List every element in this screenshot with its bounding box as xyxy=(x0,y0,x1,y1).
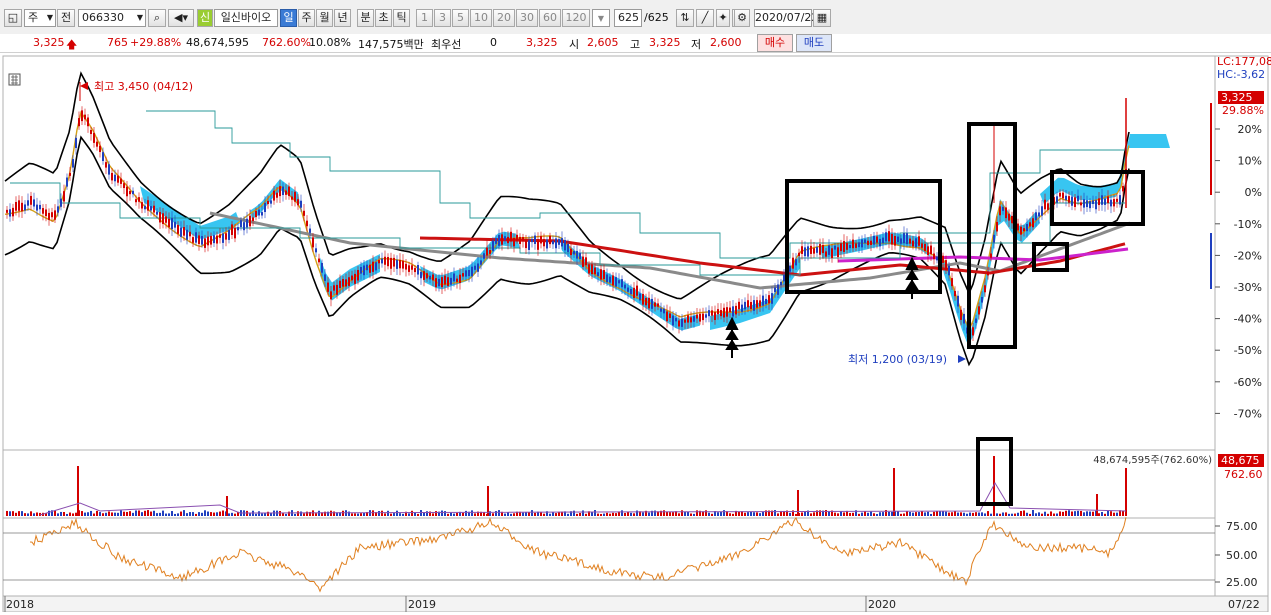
best-bid-value: 0 xyxy=(490,36,497,49)
date-input[interactable]: 2020/07/22 xyxy=(754,9,818,27)
pct-tick-label: -30% xyxy=(1234,281,1262,294)
prev-button[interactable]: 전 xyxy=(57,9,75,27)
stock-chart[interactable]: 최고 3,450 (04/12) 최저 1,200 (03/19) LC:177… xyxy=(0,53,1271,613)
lc-label: LC:177,08 xyxy=(1217,55,1271,68)
interval-20[interactable]: 20 xyxy=(493,9,515,27)
interval-120[interactable]: 120 xyxy=(562,9,590,27)
open-price: 2,605 xyxy=(587,36,619,49)
x-label-2020: 2020 xyxy=(868,598,896,611)
pct-tick-label: -50% xyxy=(1234,344,1262,357)
count-input[interactable]: 625 xyxy=(614,9,642,27)
gear-icon[interactable]: ⚙ xyxy=(734,9,750,27)
volume-ratio: 762.60% xyxy=(262,36,311,49)
chart-layout-icon[interactable]: ◱ xyxy=(4,9,22,27)
open-label: 시 xyxy=(569,38,580,51)
toolbar: ◱ 주 ▼ 전 066330 ▼ ⌕ ◀▾ 신 일신바이오 일 주 월 년 분 초 … xyxy=(0,0,1271,35)
pct-tick-label: -20% xyxy=(1234,249,1262,262)
volume: 48,674,595 xyxy=(186,36,249,49)
y-axis-panel xyxy=(1214,55,1269,597)
chart-area: 최고 3,450 (04/12) 최저 1,200 (03/19) LC:177… xyxy=(0,53,1271,613)
period-select[interactable]: 주 ▼ xyxy=(24,9,56,27)
pct-tag: 29.88% xyxy=(1222,104,1264,117)
tab-daily[interactable]: 일 xyxy=(280,9,297,27)
tab-second[interactable]: 초 xyxy=(375,9,392,27)
expand-icon[interactable]: ✦ xyxy=(716,9,730,27)
volume-pct-tag: 762.60 xyxy=(1224,468,1263,481)
pct-tick-label: 20% xyxy=(1238,123,1262,136)
x-label-2018: 2018 xyxy=(6,598,34,611)
price-change: 765 xyxy=(107,36,128,49)
pct-tick-label: 10% xyxy=(1238,155,1262,168)
tab-yearly[interactable]: 년 xyxy=(334,9,351,27)
interval-60[interactable]: 60 xyxy=(539,9,561,27)
pct-tick-label: -40% xyxy=(1234,313,1262,326)
calendar-icon[interactable]: ▦ xyxy=(813,9,831,27)
stock-name: 일신바이오 xyxy=(214,9,278,27)
x-axis-panel xyxy=(2,595,1269,613)
count-total: /625 xyxy=(644,11,669,24)
low-label: 저 xyxy=(691,38,702,51)
credit-badge: 신 xyxy=(197,9,213,27)
chevron-down-icon: ▼ xyxy=(46,13,53,22)
last-price: 3,325 xyxy=(526,36,558,49)
chevron-down-icon: ▼ xyxy=(136,13,143,22)
chevron-down-icon: ▼ xyxy=(597,14,605,23)
trade-amount: 147,575백만 xyxy=(358,38,424,51)
interval-3[interactable]: 3 xyxy=(434,9,451,27)
tab-tick[interactable]: 틱 xyxy=(393,9,410,27)
turnover-rate: 10.08% xyxy=(309,36,351,49)
low-annotation: 최저 1,200 (03/19) xyxy=(848,353,947,366)
rsi-tick-75: 75.00 xyxy=(1226,520,1258,533)
high-annotation: 최고 3,450 (04/12) xyxy=(94,80,193,93)
stock-code-input[interactable]: 066330 ▼ xyxy=(78,9,146,27)
rsi-panel xyxy=(2,517,1216,597)
buy-button[interactable]: 매수 xyxy=(757,34,793,52)
tab-weekly[interactable]: 주 xyxy=(298,9,315,27)
best-bid-label: 최우선 xyxy=(431,38,462,51)
low-price: 2,600 xyxy=(710,36,742,49)
search-icon[interactable]: ⌕ xyxy=(148,9,166,27)
current-price: 3,325 xyxy=(33,36,65,49)
high-price: 3,325 xyxy=(649,36,681,49)
volume-label: 48,674,595주(762.60%) xyxy=(1093,455,1212,466)
interval-5[interactable]: 5 xyxy=(452,9,469,27)
indicator-icon[interactable]: ⇅ xyxy=(676,9,694,27)
period-select-value: 주 xyxy=(28,11,39,24)
rsi-tick-25: 25.00 xyxy=(1226,576,1258,589)
x-label-2019: 2019 xyxy=(408,598,436,611)
tab-minute[interactable]: 분 xyxy=(357,9,374,27)
interval-10[interactable]: 10 xyxy=(470,9,492,27)
sell-button[interactable]: 매도 xyxy=(796,34,832,52)
interval-1[interactable]: 1 xyxy=(416,9,433,27)
x-label-end: 07/22 xyxy=(1228,598,1260,611)
price-tag: 3,325 xyxy=(1221,91,1253,104)
pct-tick-label: -60% xyxy=(1234,376,1262,389)
draw-line-icon[interactable]: ╱ xyxy=(696,9,714,27)
interval-dropdown[interactable]: ▼ xyxy=(592,9,610,27)
stock-code-value: 066330 xyxy=(82,11,124,24)
rsi-tick-50: 50.00 xyxy=(1226,549,1258,562)
quote-row: 3,325 🡅 765 +29.88% 48,674,595 762.60% 1… xyxy=(0,34,1271,53)
high-label: 고 xyxy=(630,38,641,51)
price-change-pct: +29.88% xyxy=(130,36,182,49)
pct-tick-label: -70% xyxy=(1234,407,1262,420)
pct-tick-label: 0% xyxy=(1245,186,1262,199)
hc-label: HC:-3,62 xyxy=(1217,68,1265,81)
tab-monthly[interactable]: 월 xyxy=(316,9,333,27)
speaker-icon[interactable]: ◀▾ xyxy=(168,9,194,27)
pct-tick-label: -10% xyxy=(1234,218,1262,231)
volume-panel xyxy=(2,449,1216,519)
interval-30[interactable]: 30 xyxy=(516,9,538,27)
volume-tag: 48,675 xyxy=(1221,454,1260,467)
